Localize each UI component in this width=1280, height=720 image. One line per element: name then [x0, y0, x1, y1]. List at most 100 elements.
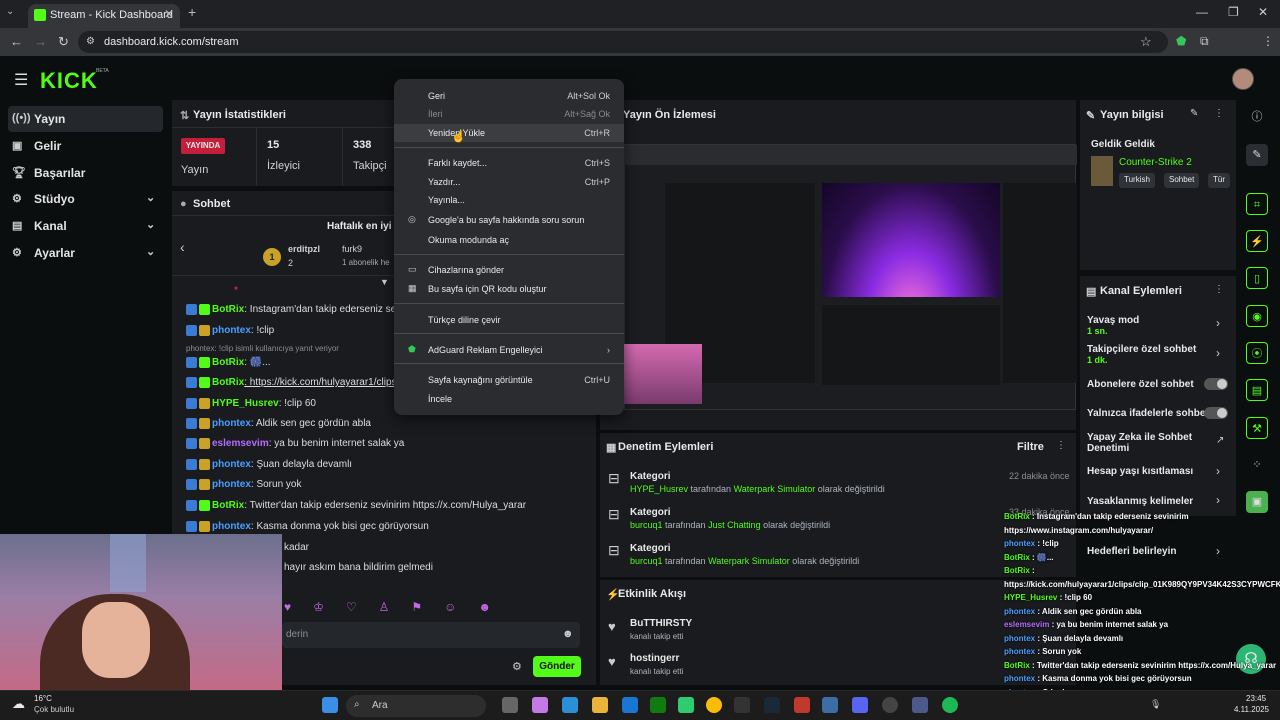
app-icon[interactable]	[822, 697, 838, 713]
sidebar-item-gelir[interactable]: ▣ Gelir	[8, 133, 163, 159]
action-followers-only[interactable]: Takipçilere özel sohbet 1 dk.	[1087, 344, 1196, 366]
url-input[interactable]: ⚙ dashboard.kick.com/stream ☆	[78, 31, 1168, 53]
mod-category[interactable]: Just Chatting	[708, 520, 761, 530]
sidebar-item-ayarlar[interactable]: ⚙ Ayarlar ⌄	[8, 240, 163, 266]
new-tab-icon[interactable]: +	[188, 4, 196, 20]
chat-username[interactable]: phontex	[212, 418, 251, 429]
weather-icon[interactable]: ☁	[12, 696, 25, 712]
mod-category[interactable]: Waterpark Simulator	[734, 484, 816, 494]
ctx-adguard[interactable]: ⬟ AdGuard Reklam Engelleyici ›	[394, 341, 624, 359]
file-icon[interactable]: ▯	[1246, 267, 1268, 289]
obs-icon[interactable]	[882, 697, 898, 713]
ctx-save-as[interactable]: Farklı kaydet... Ctrl+S	[394, 154, 624, 172]
chat-username[interactable]: phontex	[212, 459, 251, 470]
adguard-shield-icon[interactable]: ⬟	[1176, 34, 1186, 48]
chat-username[interactable]: phontex	[212, 521, 251, 532]
ctx-send-devices[interactable]: ▭ Cihazlarına gönder	[394, 261, 624, 279]
send-button[interactable]: Gönder	[533, 656, 581, 677]
chevron-right-icon[interactable]: ›	[1216, 316, 1220, 330]
more-icon[interactable]: ⋮	[1056, 440, 1066, 451]
more-apps-icon[interactable]: ⁘	[1246, 454, 1268, 476]
sidebar-item-studyo[interactable]: ⚙ Stüdyo ⌄	[8, 186, 163, 212]
ctx-reload[interactable]: Yeniden Yükle Ctrl+R	[394, 124, 624, 142]
forward-icon[interactable]: →	[34, 34, 47, 49]
activity-name[interactable]: hostingerr	[630, 653, 679, 664]
chat-username[interactable]: BotRix	[212, 377, 244, 388]
sidebar-item-yayin[interactable]: ((•)) Yayın	[8, 106, 163, 132]
spotify-icon[interactable]	[942, 697, 958, 713]
ctx-reading-mode[interactable]: Okuma modunda aç	[394, 231, 624, 249]
chat-username[interactable]: phontex	[212, 325, 251, 336]
chat-username[interactable]: HYPE_Husrev	[212, 398, 279, 409]
app-icon[interactable]	[912, 697, 928, 713]
mod-user[interactable]: HYPE_Husrev	[630, 484, 688, 494]
action-slow-mode[interactable]: Yavaş mod 1 sn.	[1087, 315, 1139, 337]
mod-user[interactable]: burcuq1	[630, 520, 663, 530]
steam-icon[interactable]	[764, 697, 780, 713]
action-subs-only[interactable]: Abonelere özel sohbet	[1087, 379, 1194, 390]
chat-username[interactable]: BotRix	[212, 357, 244, 368]
browser-tab[interactable]: Stream - Kick Dashboard ✕	[28, 4, 180, 28]
windows-start-icon[interactable]	[322, 697, 338, 713]
info-icon[interactable]: ⓘ	[1246, 106, 1268, 128]
discord-icon[interactable]	[852, 697, 868, 713]
ctx-back[interactable]: Geri Alt+Sol Ok	[394, 87, 624, 105]
chat-input[interactable]: derin ☻	[282, 622, 580, 648]
browser-menu-icon[interactable]: ⋮	[1262, 34, 1274, 48]
ctx-cast[interactable]: Yayınla...	[394, 191, 624, 209]
edit-icon[interactable]: ✎	[1190, 108, 1198, 119]
emote-row[interactable]: ♥♔♡♙⚑☺☻	[284, 600, 584, 616]
chat-settings-icon[interactable]: ⚙	[512, 660, 522, 673]
ctx-print[interactable]: Yazdır... Ctrl+P	[394, 173, 624, 191]
ctx-forward[interactable]: İleri Alt+Sağ Ok	[394, 105, 624, 123]
ctx-inspect[interactable]: İncele	[394, 390, 624, 408]
chevron-right-icon[interactable]: ›	[1216, 493, 1220, 507]
app-icon[interactable]	[794, 697, 810, 713]
emoji-icon[interactable]: ☻	[562, 628, 574, 640]
chevron-right-icon[interactable]: ›	[1216, 346, 1220, 360]
action-account-age[interactable]: Hesap yaşı kısıtlaması	[1087, 466, 1193, 477]
chat-bubble-icon[interactable]: ◉	[1246, 305, 1268, 327]
category-link[interactable]: Counter-Strike 2	[1119, 157, 1192, 168]
wrench-icon[interactable]: ⚒	[1246, 417, 1268, 439]
user-avatar[interactable]	[1232, 68, 1254, 90]
bookmark-star-icon[interactable]: ☆	[1140, 34, 1152, 50]
chevron-right-icon[interactable]: ›	[1216, 464, 1220, 478]
kick-logo[interactable]: KICK	[40, 68, 98, 94]
mic-icon[interactable]: 🎙︎	[1150, 699, 1161, 710]
outlook-icon[interactable]	[622, 697, 638, 713]
action-emote-only[interactable]: Yalnızca ifadelerle sohbet	[1087, 408, 1209, 419]
chevron-left-icon[interactable]: ‹	[180, 239, 185, 255]
tab-search-icon[interactable]: ⌄	[6, 6, 22, 22]
ctx-ask-google[interactable]: ◎ Google'a bu sayfa hakkında soru sorun	[394, 211, 624, 229]
taskbar-search[interactable]: ⌕ Ara	[346, 695, 486, 717]
sidebar-item-kanal[interactable]: ▤ Kanal ⌄	[8, 213, 163, 239]
ctx-translate[interactable]: Türkçe diline çevir	[394, 311, 624, 329]
sidebar-item-basarilar[interactable]: 🏆︎ Başarılar	[8, 160, 163, 186]
xbox-icon[interactable]	[650, 697, 666, 713]
emote-only-toggle[interactable]	[1204, 407, 1228, 419]
file-explorer-icon[interactable]	[592, 697, 608, 713]
more-icon[interactable]: ⋮	[1214, 284, 1224, 295]
app-icon[interactable]	[678, 697, 694, 713]
ctx-qr-code[interactable]: ▦ Bu sayfa için QR kodu oluştur	[394, 280, 624, 298]
minimize-icon[interactable]: —	[1196, 5, 1208, 19]
external-link-icon[interactable]: ↗	[1216, 435, 1224, 446]
ctx-view-source[interactable]: Sayfa kaynağını görüntüle Ctrl+U	[394, 371, 624, 389]
site-info-icon[interactable]: ⚙	[86, 36, 95, 47]
hamburger-menu-icon[interactable]: ☰	[14, 70, 28, 90]
scan-icon[interactable]: ⌗	[1246, 193, 1268, 215]
action-ai-moderation[interactable]: Yapay Zeka ile Sohbet Denetimi	[1087, 432, 1207, 454]
subs-only-toggle[interactable]	[1204, 378, 1228, 390]
edge-icon[interactable]	[562, 697, 578, 713]
chat-username[interactable]: BotRix	[212, 500, 244, 511]
activity-name[interactable]: BuTTHIRSTY	[630, 618, 692, 629]
maximize-icon[interactable]: ❐	[1228, 5, 1239, 19]
chat-username[interactable]: BotRix	[212, 304, 244, 315]
close-tab-icon[interactable]: ✕	[164, 7, 174, 21]
bolt-icon[interactable]: ⚡	[1246, 230, 1268, 252]
filter-button[interactable]: Filtre	[1017, 441, 1044, 453]
layout-icon[interactable]: ▤	[1246, 379, 1268, 401]
copilot-icon[interactable]	[532, 697, 548, 713]
close-window-icon[interactable]: ✕	[1258, 5, 1268, 19]
